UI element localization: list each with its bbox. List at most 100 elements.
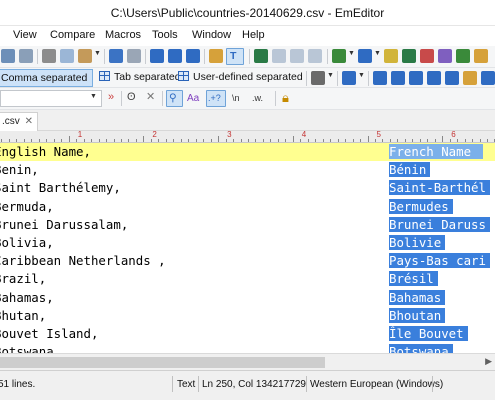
- table-row[interactable]: Bhutan, Bhoutan: [0, 307, 495, 325]
- ruler-number: 5: [376, 131, 381, 139]
- column-icon[interactable]: [342, 71, 356, 85]
- split-vertical-icon[interactable]: [290, 49, 304, 63]
- sort-options-icon[interactable]: [463, 71, 477, 85]
- clear-search-icon[interactable]: ʘ: [127, 91, 136, 103]
- paste-icon[interactable]: [78, 49, 92, 63]
- table-row[interactable]: Botswana, Botswana: [0, 343, 495, 353]
- separator-tools-icon[interactable]: [311, 71, 325, 85]
- status-position[interactable]: Ln 250, Col 134217729: [202, 379, 306, 390]
- escape-sequence-icon[interactable]: \n: [232, 93, 240, 103]
- ruler-tick: [360, 139, 362, 142]
- ruler-tick: [61, 139, 63, 142]
- ruler-tick: [449, 139, 451, 142]
- table-row[interactable]: Brunei Darussalam, Brunei Daruss: [0, 216, 495, 234]
- redo-icon[interactable]: [127, 49, 141, 63]
- user-defined-separated-button[interactable]: User-defined separated: [175, 69, 306, 87]
- menu-tools[interactable]: Tools: [152, 29, 178, 41]
- find-icon[interactable]: [150, 49, 164, 63]
- menu-macros[interactable]: Macros: [105, 29, 141, 41]
- whole-word-icon[interactable]: .w.: [252, 93, 263, 103]
- scrollbar-thumb[interactable]: [0, 357, 325, 368]
- scroll-right-icon[interactable]: ▶: [485, 356, 492, 367]
- match-case-icon[interactable]: Aa: [187, 93, 199, 104]
- sort-length-icon[interactable]: [445, 71, 459, 85]
- find-next-icon[interactable]: [186, 49, 200, 63]
- search-input[interactable]: [0, 90, 102, 107]
- ruler-tick: [91, 139, 93, 142]
- ruler-tick: [270, 139, 272, 142]
- erase-highlight-icon[interactable]: ✕: [146, 90, 155, 103]
- tab-separated-button[interactable]: Tab separated: [96, 69, 184, 87]
- document-dropdown-icon[interactable]: ▼: [348, 50, 355, 57]
- undo-icon[interactable]: [109, 49, 123, 63]
- horizontal-scrollbar[interactable]: ▶: [0, 353, 495, 370]
- settings-icon[interactable]: [474, 49, 488, 63]
- split-window-icon[interactable]: [272, 49, 286, 63]
- column-dropdown-icon[interactable]: ▼: [358, 72, 365, 79]
- outline-icon[interactable]: [456, 49, 470, 63]
- lock-icon[interactable]: 🔒︎: [282, 90, 289, 106]
- paste-dropdown-icon[interactable]: ▼: [94, 50, 101, 57]
- view-icon[interactable]: [358, 49, 372, 63]
- ruler-tick: [106, 139, 108, 142]
- text-editor[interactable]: English Name,French Name Benin,BéninSain…: [0, 143, 495, 353]
- menu-window[interactable]: Window: [192, 29, 231, 41]
- search-go-icon[interactable]: »: [108, 91, 114, 103]
- table-row[interactable]: Bolivia, Bolivie: [0, 234, 495, 252]
- table-row[interactable]: Saint Barthélemy, Saint-Barthél: [0, 179, 495, 197]
- ruler-tick: [472, 139, 474, 142]
- view-dropdown-icon[interactable]: ▼: [374, 50, 381, 57]
- table-row[interactable]: Bermuda, Bermudes: [0, 198, 495, 216]
- replace-icon[interactable]: [209, 49, 223, 63]
- menu-view[interactable]: View: [13, 29, 37, 41]
- ruler-tick: [233, 139, 235, 142]
- print-icon[interactable]: [19, 49, 33, 63]
- sort-more-icon[interactable]: [481, 71, 495, 85]
- status-encoding[interactable]: Western European (Windows): [310, 379, 443, 390]
- table-row[interactable]: Bouvet Island, Île Bouvet: [0, 325, 495, 343]
- ruler-tick: [464, 139, 466, 142]
- macro-icon[interactable]: [402, 49, 416, 63]
- menu-compare[interactable]: Compare: [50, 29, 95, 41]
- split-horizontal-icon[interactable]: [308, 49, 322, 63]
- ruler-tick: [143, 136, 145, 142]
- ruler-tick: [285, 139, 287, 142]
- user-defined-icon: [178, 71, 189, 81]
- bookmark-icon[interactable]: [384, 49, 398, 63]
- status-mode[interactable]: Text: [177, 379, 195, 390]
- find-previous-icon[interactable]: [168, 49, 182, 63]
- record-icon[interactable]: [420, 49, 434, 63]
- header-row[interactable]: English Name, French Name: [0, 143, 495, 162]
- search-history-dropdown-icon[interactable]: ▼: [90, 93, 97, 100]
- plugin-icon[interactable]: [438, 49, 452, 63]
- sort-descending-icon[interactable]: [391, 71, 405, 85]
- document-icon[interactable]: [332, 49, 346, 63]
- english-name-cell: Bahamas,: [0, 289, 54, 305]
- table-row[interactable]: Bahamas, Bahamas: [0, 289, 495, 307]
- ruler-number: 1: [77, 131, 83, 139]
- cut-icon[interactable]: [42, 49, 56, 63]
- english-name-cell: Caribbean Netherlands ,: [0, 253, 166, 269]
- table-row[interactable]: Brazil, Brésil: [0, 270, 495, 288]
- save-icon[interactable]: [1, 49, 15, 63]
- french-name-cell: Brésil: [389, 271, 438, 287]
- sort-ascending-icon[interactable]: [373, 71, 387, 85]
- sort-numeric-ascending-icon[interactable]: [409, 71, 423, 85]
- ruler-tick: [330, 139, 332, 142]
- french-name-cell: Bhoutan: [389, 307, 446, 323]
- ruler-tick: [367, 136, 369, 142]
- close-tab-icon[interactable]: ✕: [25, 116, 33, 127]
- search-magnifier-icon: ⚲: [169, 92, 177, 104]
- copy-icon[interactable]: [60, 49, 74, 63]
- table-row[interactable]: Benin, Bénin: [0, 161, 495, 179]
- menu-help[interactable]: Help: [242, 29, 265, 41]
- ruler-tick: [203, 139, 205, 142]
- table-row[interactable]: Caribbean Netherlands , Pays-Bas cari: [0, 252, 495, 270]
- csv-mode-icon[interactable]: [254, 49, 268, 63]
- french-name-cell: Bénin: [389, 162, 431, 178]
- comma-separated-button[interactable]: Comma separated: [0, 69, 93, 87]
- separator-dropdown-icon[interactable]: ▼: [327, 72, 334, 79]
- document-tab[interactable]: .csv ✕: [0, 112, 38, 131]
- ruler-tick: [188, 139, 190, 142]
- sort-numeric-descending-icon[interactable]: [427, 71, 441, 85]
